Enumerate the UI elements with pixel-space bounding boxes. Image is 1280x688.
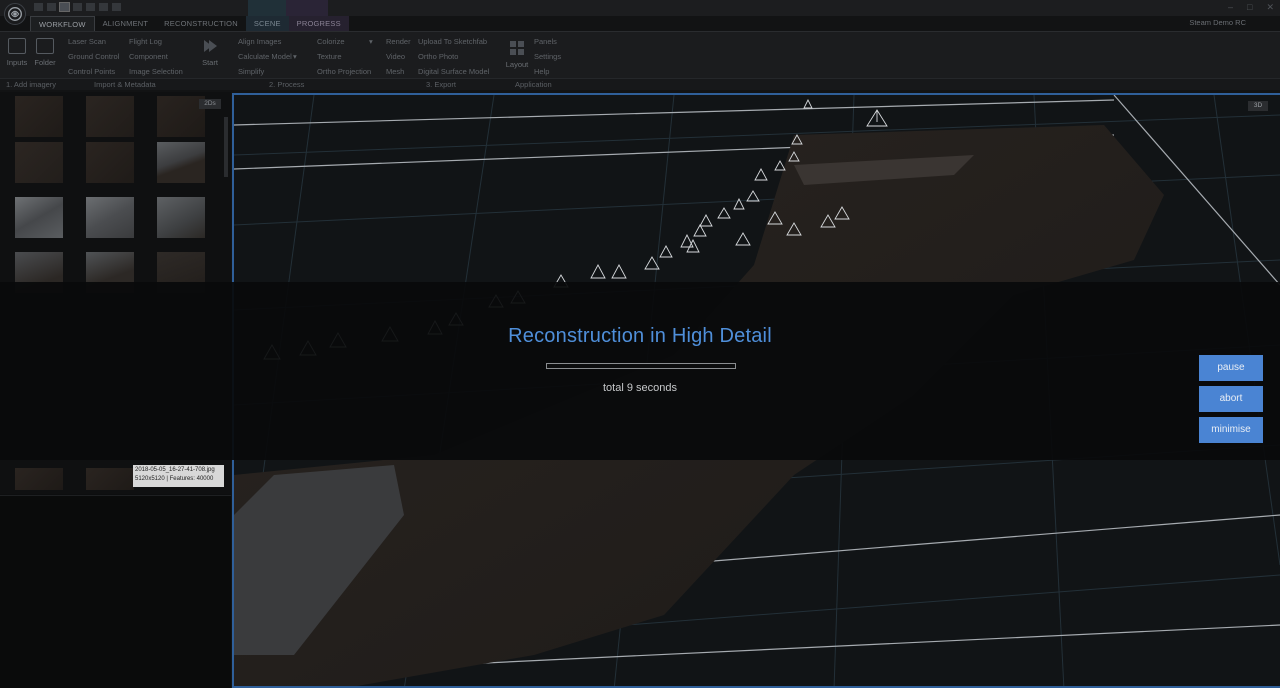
- maximize-icon[interactable]: □: [1247, 2, 1252, 13]
- context-tab-progress-color: [286, 0, 328, 16]
- group-export: 3. Export: [426, 80, 457, 89]
- window-controls: – □ ✕: [1228, 2, 1274, 13]
- video-button[interactable]: Video: [386, 52, 405, 61]
- flight-log-button[interactable]: Flight Log: [129, 37, 162, 46]
- layout-4-icon[interactable]: [73, 3, 82, 11]
- minimize-icon[interactable]: –: [1228, 2, 1233, 13]
- component-button[interactable]: Component: [129, 52, 168, 61]
- progress-bar: [546, 363, 736, 369]
- ribbon-tabs: WORKFLOW ALIGNMENT RECONSTRUCTION SCENE …: [30, 16, 349, 31]
- tab-progress[interactable]: PROGRESS: [288, 16, 349, 31]
- control-points-button[interactable]: Control Points: [68, 67, 115, 76]
- calculate-model-dropdown-icon[interactable]: ▾: [293, 52, 297, 61]
- app-title: Steam Demo RC: [1189, 18, 1246, 27]
- context-tab-scene-color: [248, 0, 290, 16]
- tab-reconstruction[interactable]: RECONSTRUCTION: [156, 16, 246, 31]
- tab-alignment[interactable]: ALIGNMENT: [95, 16, 157, 31]
- quick-access-toolbar: [34, 2, 121, 12]
- colorize-button[interactable]: Colorize: [317, 37, 345, 46]
- image-thumbnail[interactable]: [15, 142, 63, 183]
- close-icon[interactable]: ✕: [1266, 2, 1274, 13]
- tooltip-details: 5120x5120 | Features: 40000: [135, 476, 214, 482]
- image-thumbnail[interactable]: [15, 197, 63, 238]
- progress-time: total 9 seconds: [603, 382, 677, 394]
- group-add-imagery: 1. Add imagery: [6, 80, 57, 89]
- texture-button[interactable]: Texture: [317, 52, 342, 61]
- ribbon-group-labels: 1. Add imagery Import & Metadata 2. Proc…: [0, 78, 1280, 90]
- image-thumbnail[interactable]: [15, 96, 63, 137]
- layout-1-icon[interactable]: [34, 3, 43, 11]
- ortho-projection-button[interactable]: Ortho Projection: [317, 67, 371, 76]
- undo-icon[interactable]: [86, 3, 95, 11]
- simplify-button[interactable]: Simplify: [238, 67, 264, 76]
- tooltip-size: 5120x5120: [135, 476, 165, 482]
- layout-2-icon[interactable]: [47, 3, 56, 11]
- image-tooltip: 2018-05-05_16-27-41-708.jpg 5120x5120 | …: [133, 465, 224, 487]
- tab-scene[interactable]: SCENE: [245, 16, 289, 31]
- app-logo-icon[interactable]: [4, 3, 26, 25]
- start-button[interactable]: Start: [198, 38, 222, 67]
- layout-grid-icon: [508, 40, 526, 56]
- folder-button[interactable]: Folder: [32, 38, 58, 67]
- group-process: 2. Process: [269, 80, 305, 89]
- start-icon: [201, 38, 219, 54]
- layout-label: Layout: [505, 60, 529, 69]
- view-mode-3d-tag[interactable]: 3D: [1248, 101, 1268, 111]
- colorize-dropdown-icon[interactable]: ▾: [369, 37, 373, 46]
- inputs-label: Inputs: [6, 58, 28, 67]
- laser-scan-button[interactable]: Laser Scan: [68, 37, 106, 46]
- inputs-icon: [8, 38, 26, 54]
- tooltip-filename: 2018-05-05_16-27-41-708.jpg: [135, 467, 215, 473]
- image-thumbnail[interactable]: [86, 197, 134, 238]
- group-application: Application: [515, 80, 552, 89]
- mesh-button[interactable]: Mesh: [386, 67, 404, 76]
- image-thumbnail[interactable]: [86, 468, 134, 490]
- image-thumbnail[interactable]: [86, 142, 134, 183]
- abort-button[interactable]: abort: [1199, 386, 1263, 412]
- thumbnail-scrollbar[interactable]: [224, 117, 228, 177]
- progress-title: Reconstruction in High Detail: [508, 325, 772, 347]
- image-thumbnail[interactable]: [15, 468, 63, 490]
- image-thumbnail[interactable]: [157, 197, 205, 238]
- ground-control-button[interactable]: Ground Control: [68, 52, 119, 61]
- progress-overlay: Reconstruction in High Detail total 9 se…: [0, 282, 1280, 460]
- quick-access-menu-icon[interactable]: [112, 3, 121, 11]
- folder-icon: [36, 38, 54, 54]
- image-selection-button[interactable]: Image Selection: [129, 67, 183, 76]
- folder-label: Folder: [34, 58, 56, 67]
- group-import-metadata: Import & Metadata: [94, 80, 156, 89]
- ortho-photo-button[interactable]: Ortho Photo: [418, 52, 458, 61]
- title-bar: – □ ✕: [0, 0, 1280, 25]
- pause-button[interactable]: pause: [1199, 355, 1263, 381]
- upload-sketchfab-button[interactable]: Upload To Sketchfab: [418, 37, 487, 46]
- tooltip-features: Features: 40000: [169, 476, 214, 482]
- view-mode-2d-tag[interactable]: 2Ds: [199, 99, 221, 109]
- help-button[interactable]: Help: [534, 67, 549, 76]
- settings-button[interactable]: Settings: [534, 52, 561, 61]
- layout-3-icon[interactable]: [59, 2, 70, 12]
- inputs-button[interactable]: Inputs: [4, 38, 30, 67]
- render-button[interactable]: Render: [386, 37, 411, 46]
- digital-surface-model-button[interactable]: Digital Surface Model: [418, 67, 489, 76]
- calculate-model-button[interactable]: Calculate Model: [238, 52, 292, 61]
- image-thumbnail[interactable]: [157, 142, 205, 183]
- layout-button[interactable]: Layout: [505, 40, 529, 69]
- image-thumbnail[interactable]: [86, 96, 134, 137]
- panels-button[interactable]: Panels: [534, 37, 557, 46]
- redo-icon[interactable]: [99, 3, 108, 11]
- minimise-button[interactable]: minimise: [1199, 417, 1263, 443]
- lower-left-panel: [0, 495, 231, 688]
- image-thumbnail[interactable]: [157, 96, 205, 137]
- align-images-button[interactable]: Align Images: [238, 37, 281, 46]
- tab-workflow[interactable]: WORKFLOW: [30, 16, 95, 31]
- start-label: Start: [202, 58, 218, 67]
